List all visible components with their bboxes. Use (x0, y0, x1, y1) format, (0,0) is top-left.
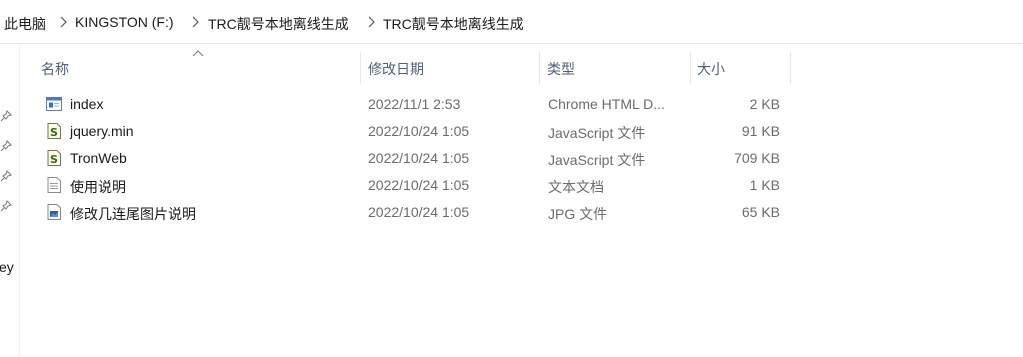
file-date: 2022/10/24 1:05 (368, 150, 470, 166)
image-file-icon (45, 203, 63, 221)
pin-icon[interactable] (0, 110, 12, 122)
file-row[interactable]: S TronWeb 2022/10/24 1:05 JavaScript 文件 … (40, 145, 790, 172)
breadcrumb-folder-1[interactable]: TRC靓号本地离线生成 (208, 14, 349, 34)
file-date: 2022/10/24 1:05 (368, 123, 470, 139)
column-header-size[interactable]: 大小 (691, 52, 790, 84)
file-name[interactable]: 修改几连尾图片说明 (70, 204, 196, 224)
navigation-pane (0, 44, 20, 357)
file-name[interactable]: 使用说明 (70, 177, 126, 197)
file-name[interactable]: TronWeb (70, 150, 127, 166)
nav-item-partial-label[interactable]: key (0, 259, 14, 275)
file-name[interactable]: jquery.min (70, 123, 134, 139)
file-type: Chrome HTML D... (548, 96, 665, 112)
svg-text:S: S (50, 126, 58, 139)
chevron-right-icon[interactable] (188, 15, 202, 29)
file-size: 1 KB (749, 177, 780, 193)
column-header-date-label: 修改日期 (368, 61, 424, 77)
breadcrumb-this-pc[interactable]: 此电脑 (4, 14, 46, 34)
column-header-type-label: 类型 (547, 61, 575, 77)
pin-icon[interactable] (0, 170, 12, 182)
pin-icon[interactable] (0, 140, 12, 152)
column-header-date[interactable]: 修改日期 (361, 52, 539, 84)
file-type: JPG 文件 (548, 206, 608, 222)
column-header-name-label: 名称 (41, 61, 69, 77)
chevron-right-icon[interactable] (56, 15, 70, 29)
file-type: JavaScript 文件 (548, 125, 646, 141)
breadcrumb-drive[interactable]: KINGSTON (F:) (75, 14, 174, 30)
file-size: 2 KB (749, 96, 780, 112)
column-header-type[interactable]: 类型 (540, 52, 690, 84)
pin-icon[interactable] (0, 200, 12, 212)
file-name[interactable]: index (70, 96, 103, 112)
file-size: 65 KB (741, 204, 780, 220)
file-type: 文本文档 (548, 179, 604, 195)
file-row[interactable]: index 2022/11/1 2:53 Chrome HTML D... 2 … (40, 91, 790, 118)
file-row[interactable]: S jquery.min 2022/10/24 1:05 JavaScript … (40, 118, 790, 145)
breadcrumb-folder-2[interactable]: TRC靓号本地离线生成 (383, 14, 524, 34)
file-row[interactable]: 修改几连尾图片说明 2022/10/24 1:05 JPG 文件 65 KB (40, 199, 790, 226)
file-date: 2022/10/24 1:05 (368, 204, 470, 220)
file-date: 2022/10/24 1:05 (368, 177, 470, 193)
svg-text:S: S (50, 153, 58, 166)
html-file-icon (45, 95, 63, 113)
file-type: JavaScript 文件 (548, 152, 646, 168)
column-header-name[interactable]: 名称 (36, 52, 360, 84)
chevron-right-icon[interactable] (364, 15, 378, 29)
address-bar[interactable]: 此电脑 KINGSTON (F:) TRC靓号本地离线生成 TRC靓号本地离线生… (0, 0, 1023, 44)
text-file-icon (45, 176, 63, 194)
file-date: 2022/11/1 2:53 (368, 96, 461, 112)
file-row[interactable]: 使用说明 2022/10/24 1:05 文本文档 1 KB (40, 172, 790, 199)
js-file-icon: S (45, 122, 63, 140)
js-file-icon: S (45, 149, 63, 167)
column-divider[interactable] (790, 52, 791, 84)
file-size: 91 KB (741, 123, 780, 139)
file-size: 709 KB (734, 150, 780, 166)
column-header-size-label: 大小 (697, 61, 725, 77)
